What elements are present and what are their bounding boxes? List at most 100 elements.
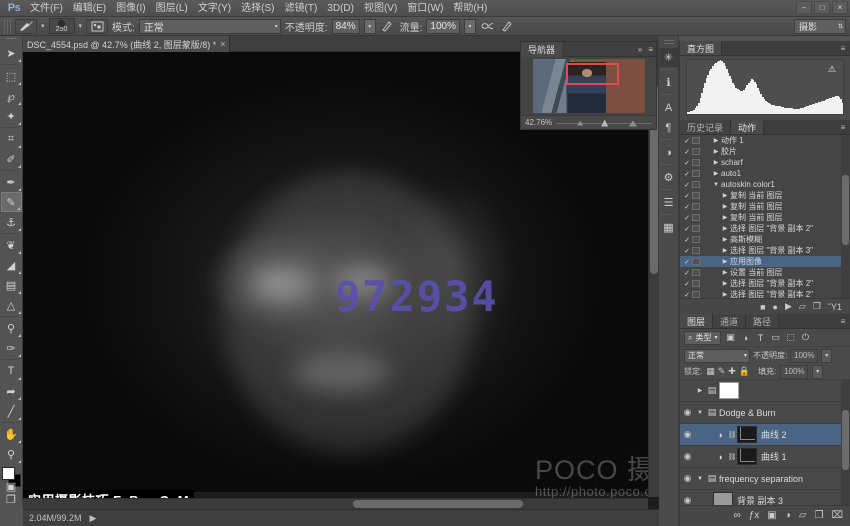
layer-fill-value[interactable]: 100% [780, 365, 808, 379]
record-icon[interactable]: ● [773, 302, 778, 312]
layer-visibility-icon[interactable]: ◉ [680, 473, 695, 484]
action-enabled-check[interactable]: ✓ [682, 291, 692, 299]
layers-scrollbar[interactable] [841, 380, 850, 505]
tablet-pressure-size-icon[interactable] [500, 18, 516, 34]
close-button[interactable]: × [832, 1, 848, 14]
menu-item-8[interactable]: 视图(V) [359, 0, 402, 17]
tablet-pressure-opacity-icon[interactable] [380, 18, 396, 34]
shape-tool[interactable]: ╱ [1, 401, 22, 421]
action-expand-icon[interactable]: ▶ [711, 137, 721, 144]
action-enabled-check[interactable]: ✓ [682, 203, 692, 211]
action-row[interactable]: ✓▶设置 当前 图层 [680, 267, 850, 278]
lock-position-icon[interactable]: ✚ [728, 366, 736, 377]
action-row[interactable]: ✓▶复制 当前 图层 [680, 212, 850, 223]
layer-filter-type-select[interactable]: ⌕ 类型 ▾ [684, 331, 721, 345]
action-enabled-check[interactable]: ✓ [682, 225, 692, 233]
styles-rail-icon[interactable]: ⚙ [660, 168, 678, 187]
filter-smart-object-icon[interactable]: ⬚ [784, 330, 798, 345]
add-mask-icon[interactable]: ▣ [767, 510, 776, 521]
opacity-value[interactable]: 84% [332, 19, 360, 34]
action-row[interactable]: ✓▶复制 当前 图层 [680, 201, 850, 212]
action-expand-icon[interactable]: ▶ [711, 148, 721, 155]
menu-item-3[interactable]: 图层(L) [151, 0, 193, 17]
navigator-zoom-slider[interactable] [556, 118, 652, 128]
layer-mask-thumbnail[interactable] [719, 382, 739, 399]
action-dialog-toggle[interactable] [692, 148, 700, 155]
action-dialog-toggle[interactable] [692, 159, 700, 166]
layer-style-icon[interactable]: ƒx [749, 510, 760, 521]
character-rail-icon[interactable]: A [660, 98, 678, 117]
close-icon[interactable]: × [220, 39, 225, 49]
action-row[interactable]: ✓▶选择 图层 "背景 副本 2" [680, 289, 850, 298]
new-action-icon[interactable]: ❐ [813, 301, 821, 312]
flow-value[interactable]: 100% [426, 19, 460, 34]
action-dialog-toggle[interactable] [692, 192, 700, 199]
action-row[interactable]: ✓▶应用图像 [680, 256, 850, 267]
play-icon[interactable]: ▶ [785, 301, 792, 312]
action-expand-icon[interactable]: ▶ [720, 214, 730, 221]
filter-pixel-icon[interactable]: ▣ [724, 330, 738, 345]
action-row[interactable]: ✓▶动作 1 [680, 135, 850, 146]
delete-layer-icon[interactable]: ⌧ [831, 510, 843, 521]
action-row[interactable]: ✓▶胶片 [680, 146, 850, 157]
panel-menu-icon[interactable]: ≡ [836, 120, 850, 134]
layer-link-icon[interactable]: ⛓ [727, 431, 737, 439]
action-expand-icon[interactable]: ▶ [711, 170, 721, 177]
navigator-view-box[interactable] [566, 63, 619, 85]
action-dialog-toggle[interactable] [692, 137, 700, 144]
adjustment-layer-icon[interactable]: ◑ [785, 510, 791, 521]
lock-image-icon[interactable]: ✎ [718, 366, 726, 377]
brush-size-field[interactable]: 250 [49, 18, 75, 34]
layer-thumbnail[interactable] [737, 426, 757, 443]
action-expand-icon[interactable]: ▶ [720, 225, 730, 232]
new-layer-icon[interactable]: ❐ [815, 510, 824, 521]
layer-link-icon[interactable]: ⛓ [727, 453, 737, 461]
pen-tool[interactable]: ✑ [1, 338, 22, 358]
action-dialog-toggle[interactable] [692, 269, 700, 276]
gradient-tool[interactable]: ▤ [1, 275, 22, 295]
move-tool[interactable]: ➤ [1, 43, 22, 63]
menu-item-1[interactable]: 编辑(E) [68, 0, 111, 17]
action-enabled-check[interactable]: ✓ [682, 148, 692, 156]
marquee-tool[interactable]: ⬚ [1, 66, 22, 86]
action-dialog-toggle[interactable] [692, 258, 700, 265]
lock-transparent-icon[interactable]: ▦ [706, 366, 715, 377]
action-dialog-toggle[interactable] [692, 181, 700, 188]
action-enabled-check[interactable]: ✓ [682, 192, 692, 200]
zoom-in-icon[interactable] [629, 121, 637, 127]
action-row[interactable]: ✓▶选择 图层 "背景 副本 3" [680, 245, 850, 256]
action-enabled-check[interactable]: ✓ [682, 137, 692, 145]
canvas-horizontal-scrollbar[interactable] [23, 498, 648, 509]
filter-shape-icon[interactable]: ▭ [769, 330, 783, 345]
action-row[interactable]: ✓▶auto1 [680, 168, 850, 179]
tab-layers[interactable]: 图层 [680, 314, 713, 328]
layer-visibility-icon[interactable]: ◉ [680, 407, 695, 418]
panel-menu-icon[interactable]: ≡ [836, 314, 850, 328]
action-enabled-check[interactable]: ✓ [682, 247, 692, 255]
action-enabled-check[interactable]: ✓ [682, 236, 692, 244]
action-enabled-check[interactable]: ✓ [682, 214, 692, 222]
airbrush-icon[interactable] [480, 18, 496, 34]
workspace-selector[interactable]: 摄影 ⇅ [794, 19, 846, 34]
collapse-icon[interactable]: » [635, 45, 645, 54]
layer-row[interactable]: ◉◑⛓曲线 1 [680, 446, 850, 468]
blend-mode-select[interactable]: 正常 ▾ [139, 19, 281, 34]
hand-tool[interactable]: ✋ [1, 424, 22, 444]
flow-stepper[interactable]: ▾ [464, 19, 476, 34]
action-enabled-check[interactable]: ✓ [682, 159, 692, 167]
layer-expand-icon[interactable]: ▼ [695, 410, 705, 416]
layer-thumbnail[interactable] [713, 492, 733, 505]
action-row[interactable]: ✓▼autoskin color1 [680, 179, 850, 190]
properties-rail-icon[interactable]: ☰ [660, 193, 678, 212]
layer-thumbnail[interactable] [737, 448, 757, 465]
layer-fill-stepper[interactable]: ▾ [812, 365, 823, 379]
minimize-button[interactable]: – [796, 1, 812, 14]
layer-adjustment-icon[interactable]: ◑ [713, 430, 727, 440]
action-row[interactable]: ✓▶复制 当前 图层 [680, 190, 850, 201]
swatches-rail-icon[interactable]: ▦ [660, 218, 678, 237]
layer-visibility-icon[interactable]: ◉ [680, 495, 695, 505]
layer-opacity-stepper[interactable]: ▾ [821, 349, 832, 363]
blur-tool[interactable]: △ [1, 295, 22, 315]
quick-mask-icon[interactable]: ▣ [1, 480, 22, 493]
action-dialog-toggle[interactable] [692, 236, 700, 243]
